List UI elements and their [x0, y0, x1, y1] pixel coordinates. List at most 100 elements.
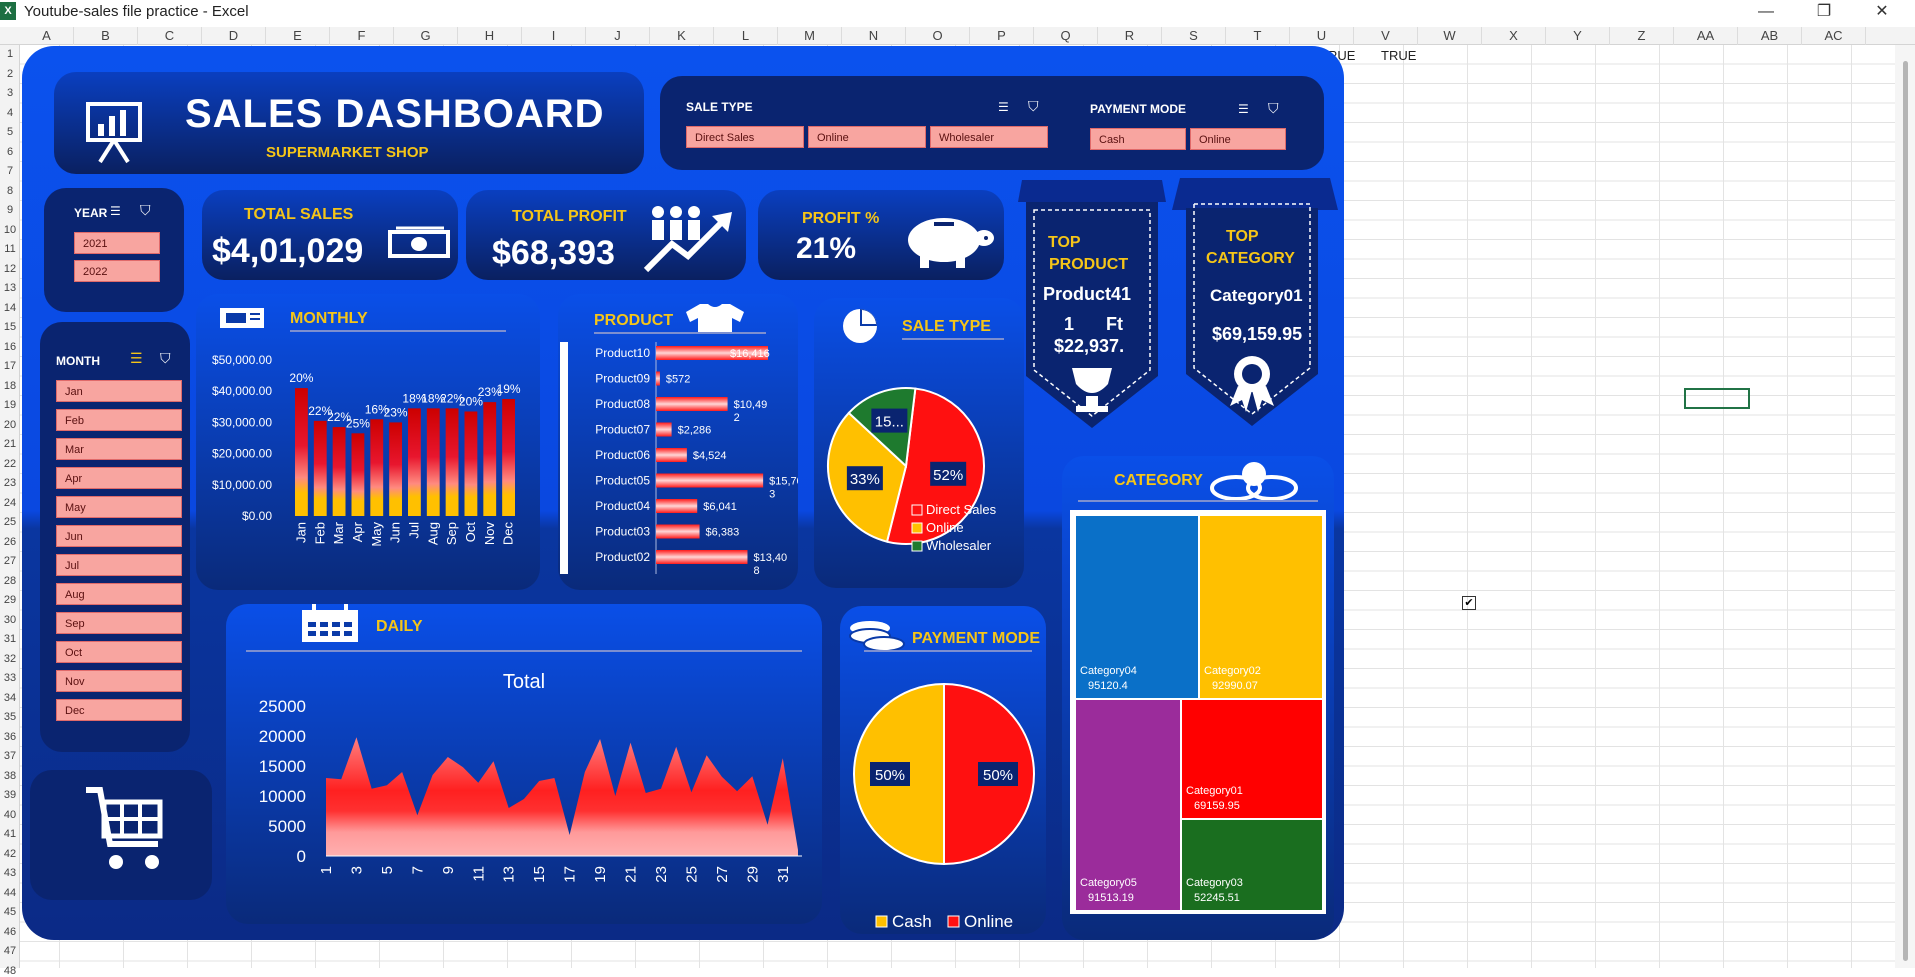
row-header-29[interactable]: 29: [0, 594, 20, 606]
row-header-47[interactable]: 47: [0, 945, 20, 957]
slicer-item-feb[interactable]: Feb: [56, 409, 182, 431]
column-header-b[interactable]: B: [74, 27, 138, 45]
slicer-item-online[interactable]: Online: [808, 126, 926, 148]
row-header-32[interactable]: 32: [0, 653, 20, 665]
column-header-l[interactable]: L: [714, 27, 778, 45]
row-header-3[interactable]: 3: [0, 87, 20, 99]
row-header-30[interactable]: 30: [0, 614, 20, 626]
multi-select-icon[interactable]: ☰: [1238, 102, 1249, 116]
column-header-i[interactable]: I: [522, 27, 586, 45]
column-header-q[interactable]: Q: [1034, 27, 1098, 45]
row-header-13[interactable]: 13: [0, 282, 20, 294]
row-header-19[interactable]: 19: [0, 399, 20, 411]
column-header-m[interactable]: M: [778, 27, 842, 45]
slicer-item-apr[interactable]: Apr: [56, 467, 182, 489]
row-header-44[interactable]: 44: [0, 887, 20, 899]
row-header-26[interactable]: 26: [0, 536, 20, 548]
column-header-h[interactable]: H: [458, 27, 522, 45]
row-header-14[interactable]: 14: [0, 302, 20, 314]
row-header-11[interactable]: 11: [0, 243, 20, 255]
row-header-39[interactable]: 39: [0, 789, 20, 801]
row-header-45[interactable]: 45: [0, 906, 20, 918]
column-header-j[interactable]: J: [586, 27, 650, 45]
slicer-item-2021[interactable]: 2021: [74, 232, 160, 254]
row-header-22[interactable]: 22: [0, 458, 20, 470]
slicer-item-online[interactable]: Online: [1190, 128, 1286, 150]
selected-cell[interactable]: [1684, 388, 1750, 409]
cell-v1[interactable]: TRUE: [1381, 48, 1416, 63]
row-header-6[interactable]: 6: [0, 146, 20, 158]
column-header-e[interactable]: E: [266, 27, 330, 45]
clear-filter-icon[interactable]: ⛉: [140, 202, 151, 219]
column-header-s[interactable]: S: [1162, 27, 1226, 45]
row-header-28[interactable]: 28: [0, 575, 20, 587]
row-header-4[interactable]: 4: [0, 107, 20, 119]
row-header-36[interactable]: 36: [0, 731, 20, 743]
column-header-u[interactable]: U: [1290, 27, 1354, 45]
clear-filter-icon[interactable]: ⛉: [1028, 98, 1039, 115]
column-header-ac[interactable]: AC: [1802, 27, 1866, 45]
scrollbar-thumb[interactable]: [1903, 61, 1908, 961]
column-header-d[interactable]: D: [202, 27, 266, 45]
column-header-t[interactable]: T: [1226, 27, 1290, 45]
row-header-5[interactable]: 5: [0, 126, 20, 138]
column-header-p[interactable]: P: [970, 27, 1034, 45]
row-header-38[interactable]: 38: [0, 770, 20, 782]
row-header-24[interactable]: 24: [0, 497, 20, 509]
column-header-v[interactable]: V: [1354, 27, 1418, 45]
row-header-12[interactable]: 12: [0, 263, 20, 275]
slicer-item-may[interactable]: May: [56, 496, 182, 518]
column-header-x[interactable]: X: [1482, 27, 1546, 45]
column-header-k[interactable]: K: [650, 27, 714, 45]
minimize-button[interactable]: —: [1746, 0, 1786, 24]
row-header-20[interactable]: 20: [0, 419, 20, 431]
column-header-a[interactable]: A: [20, 27, 74, 45]
row-header-35[interactable]: 35: [0, 711, 20, 723]
slicer-item-dec[interactable]: Dec: [56, 699, 182, 721]
multi-select-icon[interactable]: ☰: [130, 350, 143, 367]
row-header-46[interactable]: 46: [0, 926, 20, 938]
slicer-item-cash[interactable]: Cash: [1090, 128, 1186, 150]
row-header-17[interactable]: 17: [0, 360, 20, 372]
slicer-item-2022[interactable]: 2022: [74, 260, 160, 282]
row-header-33[interactable]: 33: [0, 672, 20, 684]
column-header-c[interactable]: C: [138, 27, 202, 45]
slicer-item-jun[interactable]: Jun: [56, 525, 182, 547]
slicer-item-sep[interactable]: Sep: [56, 612, 182, 634]
clear-filter-icon[interactable]: ⛉: [1268, 100, 1279, 117]
column-header-z[interactable]: Z: [1610, 27, 1674, 45]
row-header-34[interactable]: 34: [0, 692, 20, 704]
row-header-2[interactable]: 2: [0, 68, 20, 80]
column-header-y[interactable]: Y: [1546, 27, 1610, 45]
vertical-scrollbar[interactable]: [1895, 45, 1915, 968]
checkbox-control[interactable]: ✔: [1462, 596, 1476, 610]
slicer-item-jan[interactable]: Jan: [56, 380, 182, 402]
row-header-42[interactable]: 42: [0, 848, 20, 860]
column-header-g[interactable]: G: [394, 27, 458, 45]
row-header-7[interactable]: 7: [0, 165, 20, 177]
row-header-21[interactable]: 21: [0, 438, 20, 450]
row-header-41[interactable]: 41: [0, 828, 20, 840]
slicer-item-oct[interactable]: Oct: [56, 641, 182, 663]
clear-filter-icon[interactable]: ⛉: [160, 350, 171, 367]
column-header-aa[interactable]: AA: [1674, 27, 1738, 45]
row-header-9[interactable]: 9: [0, 204, 20, 216]
row-header-23[interactable]: 23: [0, 477, 20, 489]
column-header-ab[interactable]: AB: [1738, 27, 1802, 45]
multi-select-icon[interactable]: ☰: [110, 204, 121, 218]
row-header-43[interactable]: 43: [0, 867, 20, 879]
close-button[interactable]: ✕: [1862, 0, 1902, 24]
slicer-item-direct-sales[interactable]: Direct Sales: [686, 126, 804, 148]
row-header-40[interactable]: 40: [0, 809, 20, 821]
multi-select-icon[interactable]: ☰: [998, 100, 1009, 114]
column-header-o[interactable]: O: [906, 27, 970, 45]
column-header-n[interactable]: N: [842, 27, 906, 45]
restore-button[interactable]: ❐: [1804, 0, 1844, 24]
row-header-15[interactable]: 15: [0, 321, 20, 333]
slicer-item-aug[interactable]: Aug: [56, 583, 182, 605]
row-header-18[interactable]: 18: [0, 380, 20, 392]
row-header-37[interactable]: 37: [0, 750, 20, 762]
column-header-f[interactable]: F: [330, 27, 394, 45]
row-header-1[interactable]: 1: [0, 48, 20, 60]
row-header-31[interactable]: 31: [0, 633, 20, 645]
